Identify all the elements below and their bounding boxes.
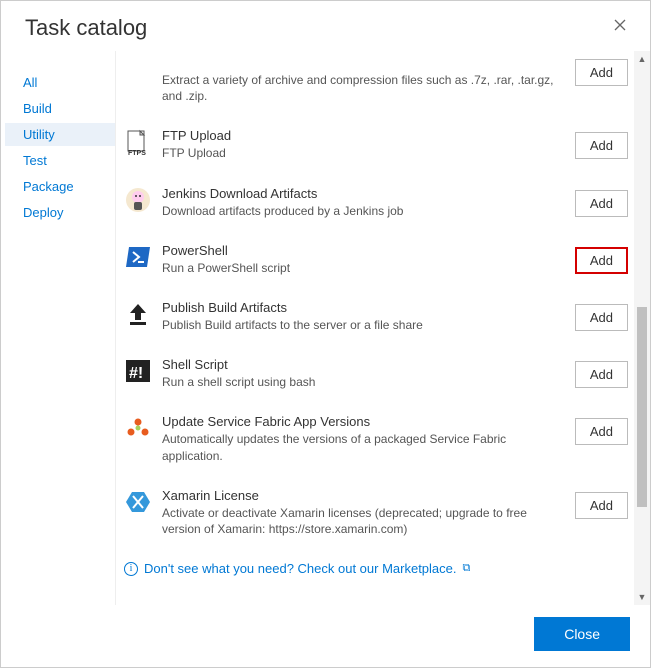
add-button[interactable]: Add: [575, 304, 628, 331]
scrollbar-thumb[interactable]: [637, 307, 647, 507]
task-description: Run a PowerShell script: [162, 260, 565, 276]
task-row: Update Service Fabric App Versions Automa…: [116, 406, 634, 479]
add-button[interactable]: Add: [575, 132, 628, 159]
task-row: Extract FilesExtract a variety of archiv…: [116, 55, 634, 120]
task-list: Extract FilesExtract a variety of archiv…: [116, 51, 634, 605]
external-link-icon: ⧉: [463, 562, 471, 575]
dialog-header: Task catalog: [1, 1, 650, 51]
task-title: FTP Upload: [162, 128, 565, 143]
main-panel: Extract FilesExtract a variety of archiv…: [115, 51, 650, 605]
task-title: PowerShell: [162, 243, 565, 258]
task-text: FTP Upload FTP Upload: [162, 128, 575, 161]
task-text: Publish Build Artifacts Publish Build art…: [162, 300, 575, 333]
task-title: Update Service Fabric App Versions: [162, 414, 565, 429]
add-button[interactable]: Add: [575, 361, 628, 388]
task-row: Publish Build Artifacts Publish Build art…: [116, 292, 634, 349]
marketplace-row: i Don't see what you need? Check out our …: [116, 553, 634, 588]
task-description: Activate or deactivate Xamarin licenses …: [162, 505, 565, 537]
powershell-icon: [124, 243, 152, 271]
dialog-footer: Close: [1, 605, 650, 667]
svg-text:#!: #!: [129, 365, 143, 382]
close-icon[interactable]: [610, 15, 630, 37]
add-button[interactable]: Add: [575, 59, 628, 86]
task-description: Run a shell script using bash: [162, 374, 565, 390]
task-description: Automatically updates the versions of a …: [162, 431, 565, 463]
sidebar-item-all[interactable]: All: [5, 71, 115, 94]
sidebar-item-build[interactable]: Build: [5, 97, 115, 120]
close-button[interactable]: Close: [534, 617, 630, 651]
svg-text:FTPS: FTPS: [128, 150, 146, 156]
task-title: Jenkins Download Artifacts: [162, 186, 565, 201]
task-title: Shell Script: [162, 357, 565, 372]
task-text: Jenkins Download Artifacts Download artif…: [162, 186, 575, 219]
sidebar-item-deploy[interactable]: Deploy: [5, 201, 115, 224]
task-text: PowerShell Run a PowerShell script: [162, 243, 575, 276]
task-row: PowerShell Run a PowerShell script Add: [116, 235, 634, 292]
add-button[interactable]: Add: [575, 418, 628, 445]
task-description: Publish Build artifacts to the server or…: [162, 317, 565, 333]
dialog-body: All Build Utility Test Package Deploy Extract…: [1, 51, 650, 605]
task-row: #! Shell Script Run a shell script using b…: [116, 349, 634, 406]
xamarin-icon: [124, 488, 152, 516]
jenkins-icon: [124, 186, 152, 214]
info-icon: i: [124, 562, 138, 576]
task-title: Xamarin License: [162, 488, 565, 503]
task-description: FTP Upload: [162, 145, 565, 161]
add-button[interactable]: Add: [575, 247, 628, 274]
task-text: Update Service Fabric App Versions Automa…: [162, 414, 575, 463]
publish-icon: [124, 300, 152, 328]
shell-icon: #!: [124, 357, 152, 385]
marketplace-link[interactable]: Don't see what you need? Check out our M…: [144, 561, 457, 576]
scroll-down-icon[interactable]: ▼: [634, 589, 650, 605]
task-title: Publish Build Artifacts: [162, 300, 565, 315]
sidebar-item-package[interactable]: Package: [5, 175, 115, 198]
add-button[interactable]: Add: [575, 492, 628, 519]
task-text: Xamarin License Activate or deactivate Xa…: [162, 488, 575, 537]
sidebar-item-utility[interactable]: Utility: [5, 123, 115, 146]
add-button[interactable]: Add: [575, 190, 628, 217]
scroll-up-icon[interactable]: ▲: [634, 51, 650, 67]
task-catalog-dialog: Task catalog All Build Utility Test Package D…: [0, 0, 651, 668]
ftps-icon: FTPS: [124, 128, 152, 156]
fabric-icon: [124, 414, 152, 442]
task-text: Shell Script Run a shell script using bas…: [162, 357, 575, 390]
task-description: Extract a variety of archive and compres…: [162, 72, 565, 104]
task-row: FTPS FTP Upload FTP Upload Add: [116, 120, 634, 177]
sidebar-item-test[interactable]: Test: [5, 149, 115, 172]
scrollbar[interactable]: ▲ ▼: [634, 51, 650, 605]
category-sidebar: All Build Utility Test Package Deploy: [5, 51, 115, 605]
task-row: Xamarin License Activate or deactivate Xa…: [116, 480, 634, 553]
dialog-title: Task catalog: [25, 15, 147, 41]
task-text: Extract FilesExtract a variety of archiv…: [162, 55, 575, 104]
task-row: Jenkins Download Artifacts Download artif…: [116, 178, 634, 235]
task-description: Download artifacts produced by a Jenkins…: [162, 203, 565, 219]
